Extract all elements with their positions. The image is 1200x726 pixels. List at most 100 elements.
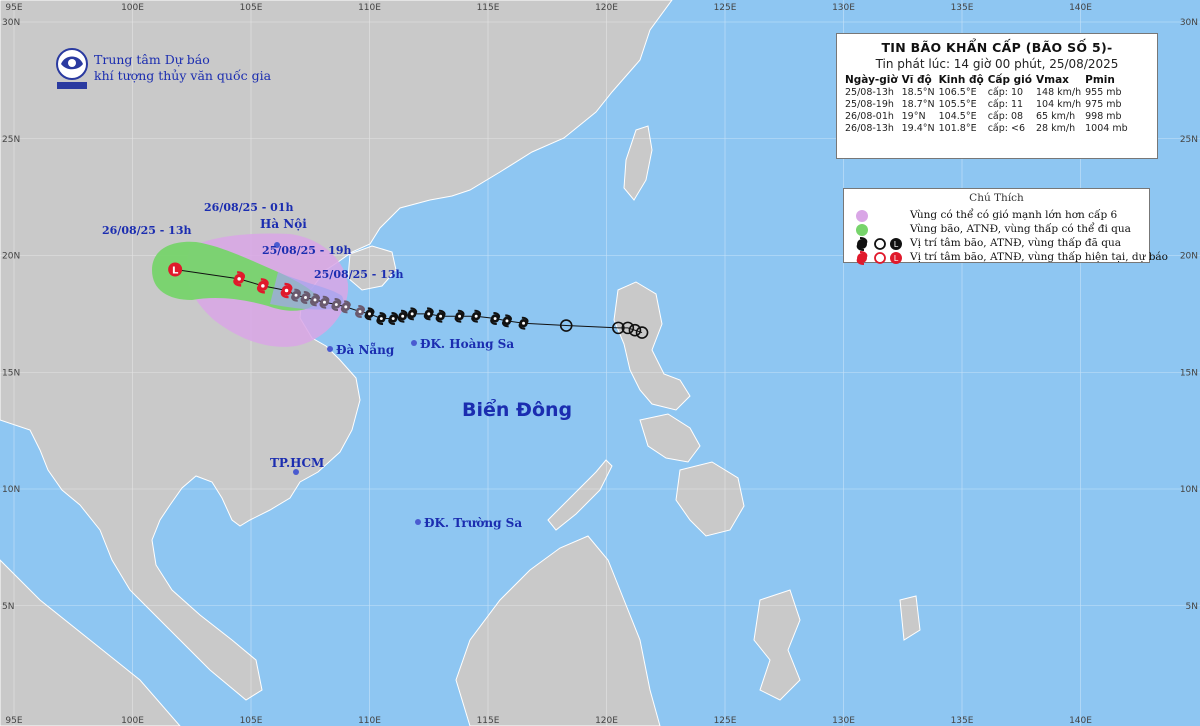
bulletin-row: 26/08-01h 19°N 104.5°E cấp: 08 65 km/h 998 mb [845,111,1132,123]
legend-label: Vùng bão, ATNĐ, vùng thấp có thể đi qua [910,223,1131,235]
bulletin-cell: cấp: 10 [987,87,1024,98]
lon-label-top: 115E [477,3,500,13]
organization-name: Trung tâm Dự báo khí tượng thủy văn quốc… [94,52,271,84]
col-lat: Vĩ độ [901,74,932,86]
bulletin-cell: 104 km/h [1036,99,1082,110]
bulletin-cell: 1004 mb [1085,123,1128,134]
lon-label-top: 95E [5,3,22,13]
track-label-t1: 25/08/25 - 13h [314,268,404,281]
bulletin-cell: cấp: <6 [987,123,1026,134]
track-label-t3: 26/08/25 - 01h [204,201,294,214]
bulletin-row: 25/08-19h 18.7°N 105.5°E cấp: 11 104 km/h 975… [845,99,1132,111]
lat-label-right: 15N [1180,368,1198,378]
truongsa-label: ĐK. Trường Sa [424,516,522,530]
bulletin-cell: 975 mb [1085,99,1122,110]
bulletin-title: TIN BÃO KHẨN CẤP (BÃO SỐ 5)- [881,40,1113,55]
bulletin-box: TIN BÃO KHẨN CẤP (BÃO SỐ 5)- Tin phát lú… [836,33,1158,159]
truongsa-marker [415,519,421,525]
legend-symbols-black: L [856,237,902,251]
org-line-2: khí tượng thủy văn quốc gia [94,68,272,83]
hoangsa-label: ĐK. Hoàng Sa [420,337,514,351]
lat-label-right: 20N [1180,252,1198,262]
legend-symbols-red: L [856,251,902,265]
low-pressure-icon: L [168,262,183,277]
bulletin-cell: cấp: 11 [987,99,1024,110]
lat-label-left: 20N [2,252,20,262]
bulletin-cell: 998 mb [1085,111,1122,122]
lat-label-right: 25N [1180,135,1198,145]
lon-label-top: 120E [595,3,618,13]
bulletin-issued: Tin phát lúc: 14 giờ 00 phút, 25/08/2025 [875,57,1119,71]
lon-label-bottom: 130E [832,716,855,726]
lon-label-bottom: 140E [1069,716,1092,726]
legend-label: Vị trí tâm bão, ATNĐ, vùng thấp đã qua [910,237,1121,249]
lon-label-bottom: 135E [951,716,974,726]
col-pmin: Pmin [1085,74,1115,86]
track-label-t4: 26/08/25 - 13h [102,224,192,237]
legend-label: Vị trí tâm bão, ATNĐ, vùng thấp hiện tại… [910,251,1169,263]
lon-label-top: 100E [121,3,144,13]
lon-label-bottom: 110E [358,716,381,726]
lon-label-top: 125E [714,3,737,13]
legend-swatch-purple [856,210,868,222]
bulletin-cell: 955 mb [1085,87,1122,98]
svg-text:L: L [894,240,899,249]
col-vmax: Vmax [1036,74,1069,86]
bulletin-cell: 25/08-19h [845,99,894,110]
lon-label-bottom: 115E [477,716,500,726]
lon-label-bottom: 100E [121,716,144,726]
track-label-t2: 25/08/25 - 19h [262,244,352,257]
lon-label-top: 135E [951,3,974,13]
legend-label: Vùng có thể có gió mạnh lớn hơn cấp 6 [910,209,1118,221]
lat-label-left: 5N [2,602,14,612]
bulletin-cell: 148 km/h [1036,87,1082,98]
col-lon: Kinh độ [938,74,984,86]
bulletin-cell: 19°N [901,111,926,122]
lon-label-bottom: 95E [5,716,22,726]
bulletin-cell: 28 km/h [1036,123,1076,134]
org-line-1: Trung tâm Dự báo [94,52,210,67]
lon-label-bottom: 105E [240,716,263,726]
lon-label-top: 140E [1069,3,1092,13]
bulletin-cell: 65 km/h [1036,111,1076,122]
bulletin-cell: 25/08-13h [845,87,894,98]
nchmf-logo [56,48,88,89]
col-datetime: Ngày-giờ [845,74,898,86]
danang-marker [327,346,333,352]
lat-label-left: 30N [2,18,20,28]
hoangsa-marker [411,340,417,346]
lon-label-bottom: 125E [714,716,737,726]
legend-title: Chú Thích [969,192,1024,204]
lat-label-left: 10N [2,485,20,495]
bulletin-cell: 18.5°N [901,87,935,98]
danang-label: Đà Nẵng [336,342,395,357]
lat-label-left: 15N [2,368,20,378]
lon-label-top: 110E [358,3,381,13]
lon-label-bottom: 120E [595,716,618,726]
bulletin-cell: 106.5°E [938,87,977,98]
bulletin-row: 25/08-13h 18.5°N 106.5°E cấp: 10 148 km/h 955… [845,87,1132,99]
bulletin-header-row: Ngày-giờ Vĩ độ Kinh độ Cấp gió Vmax Pmin [845,74,1132,87]
legend-swatch-green [856,224,868,236]
bulletin-cell: 26/08-01h [845,111,894,122]
bulletin-cell: 101.8°E [938,123,977,134]
tphcm-label: TP.HCM [270,456,324,470]
lon-label-top: 105E [240,3,263,13]
lat-label-right: 10N [1180,485,1198,495]
lon-label-top: 130E [832,3,855,13]
legend-box: Chú Thích Vùng có thể có gió mạnh lớn hơ… [843,188,1168,265]
col-wind-level: Cấp gió [987,74,1032,86]
lat-label-left: 25N [2,135,20,145]
svg-text:L: L [172,266,179,277]
svg-text:L: L [894,254,899,263]
bulletin-row: 26/08-13h 19.4°N 101.8°E cấp: <6 28 km/h 1004… [845,123,1132,135]
bulletin-cell: 105.5°E [938,99,977,110]
lat-label-right: 5N [1186,602,1198,612]
bulletin-table: Ngày-giờ Vĩ độ Kinh độ Cấp gió Vmax Pmin… [845,74,1132,135]
lat-label-right: 30N [1180,18,1198,28]
bulletin-rows: 25/08-13h 18.5°N 106.5°E cấp: 10 148 km/h 955… [845,87,1132,135]
bulletin-cell: 19.4°N [901,123,935,134]
sea-label: Biển Đông [462,398,572,421]
bulletin-cell: 104.5°E [938,111,977,122]
bulletin-cell: 18.7°N [901,99,935,110]
